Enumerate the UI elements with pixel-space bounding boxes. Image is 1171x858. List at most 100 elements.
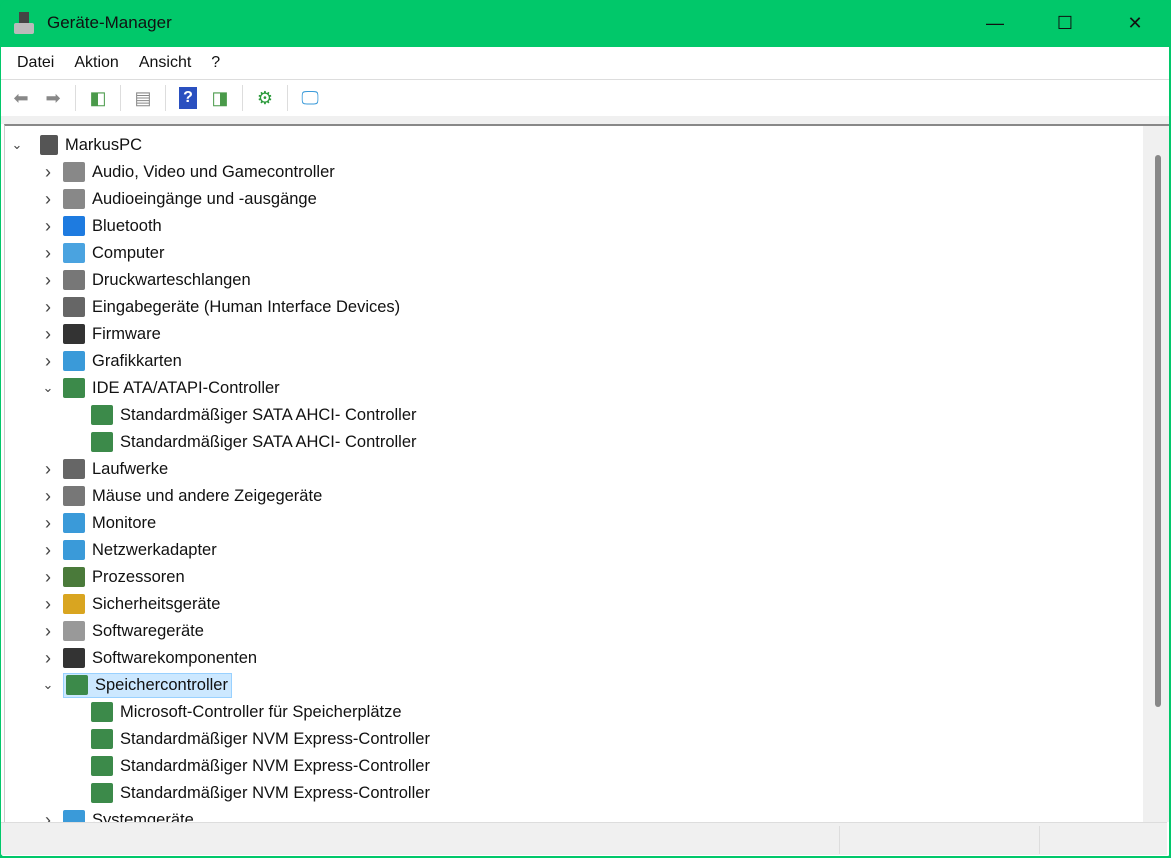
tree-item-label: IDE ATA/ATAPI-Controller — [92, 378, 280, 397]
device-category-icon — [66, 675, 88, 695]
device-category-icon — [63, 162, 85, 182]
tree-item-label: Systemgeräte — [92, 810, 194, 823]
device-category-icon — [63, 648, 85, 668]
forward-icon[interactable]: ➡ — [39, 85, 67, 111]
device-category-icon — [63, 297, 85, 317]
tree-item-label: Computer — [92, 243, 165, 262]
chevron-right-icon[interactable]: › — [41, 513, 55, 533]
device-category-icon — [63, 621, 85, 641]
tree-item[interactable]: › Firmware — [45, 321, 161, 347]
device-category-icon — [91, 432, 113, 452]
minimize-button[interactable]: — — [960, 0, 1030, 47]
chevron-right-icon[interactable]: › — [41, 594, 55, 614]
chevron-right-icon[interactable]: › — [41, 162, 55, 182]
tree-item[interactable]: Standardmäßiger NVM Express-Controller — [91, 726, 430, 752]
tree-item[interactable]: › Netzwerkadapter — [45, 537, 217, 563]
tree-item-label: Standardmäßiger NVM Express-Controller — [120, 756, 430, 775]
properties-icon[interactable]: ▤ — [129, 85, 157, 111]
tree-item[interactable]: › Systemgeräte — [45, 807, 194, 823]
show-hide-console-tree-icon[interactable]: ◧ — [84, 85, 112, 111]
tree-item[interactable]: Standardmäßiger SATA AHCI- Controller — [91, 429, 417, 455]
tree-item[interactable]: Standardmäßiger SATA AHCI- Controller — [91, 402, 417, 428]
device-category-icon — [63, 243, 85, 263]
device-category-icon — [63, 351, 85, 371]
chevron-right-icon[interactable]: › — [41, 324, 55, 344]
tree-item[interactable]: › Mäuse und andere Zeigegeräte — [45, 483, 323, 509]
chevron-right-icon[interactable]: › — [41, 540, 55, 560]
title-bar: Geräte-Manager — ☐ ✕ — [0, 0, 1171, 47]
tree-item-label: Eingabegeräte (Human Interface Devices) — [92, 297, 401, 316]
tree-item[interactable]: Microsoft-Controller für Speicherplätze — [91, 699, 402, 725]
device-category-icon — [63, 378, 85, 398]
tree-item[interactable]: › Bluetooth — [45, 213, 162, 239]
chevron-down-icon[interactable]: ⌄ — [41, 677, 55, 692]
chevron-down-icon[interactable]: ⌄ — [10, 137, 24, 152]
tree-item[interactable]: › Softwaregeräte — [45, 618, 204, 644]
chevron-right-icon[interactable]: › — [41, 810, 55, 823]
tree-item[interactable]: Standardmäßiger NVM Express-Controller — [91, 780, 430, 806]
chevron-right-icon[interactable]: › — [41, 270, 55, 290]
back-icon[interactable]: ⬅ — [7, 85, 35, 111]
window-title: Geräte-Manager — [47, 13, 172, 32]
chevron-right-icon[interactable]: › — [41, 189, 55, 209]
chevron-right-icon[interactable]: › — [41, 621, 55, 641]
menu-bar: Datei Aktion Ansicht ? — [1, 47, 1169, 80]
chevron-right-icon[interactable]: › — [41, 459, 55, 479]
chevron-right-icon[interactable]: › — [41, 351, 55, 371]
scan-hardware-icon[interactable]: 🖵 — [296, 85, 324, 111]
help-icon[interactable]: ? — [174, 85, 202, 111]
tree-item-label: Audioeingänge und -ausgänge — [92, 189, 317, 208]
tree-item-label: Audio, Video und Gamecontroller — [92, 162, 335, 181]
tree-item-label: Mäuse und andere Zeigegeräte — [92, 486, 323, 505]
chevron-down-icon[interactable]: ⌄ — [41, 380, 55, 395]
chevron-right-icon[interactable]: › — [41, 243, 55, 263]
tree-item-label: Softwarekomponenten — [92, 648, 258, 667]
tree-item[interactable]: › Eingabegeräte (Human Interface Devices) — [45, 294, 401, 320]
device-category-icon — [91, 729, 113, 749]
close-button[interactable]: ✕ — [1100, 0, 1170, 47]
device-category-icon — [91, 783, 113, 803]
tree-item[interactable]: › Audio, Video und Gamecontroller — [45, 159, 335, 185]
tree-item-label: Firmware — [92, 324, 161, 343]
tree-item[interactable]: › Laufwerke — [45, 456, 168, 482]
menu-ansicht[interactable]: Ansicht — [129, 54, 201, 72]
tree-item[interactable]: › Softwarekomponenten — [45, 645, 258, 671]
tree-item[interactable]: › Grafikkarten — [45, 348, 182, 374]
tree-item[interactable]: › Computer — [45, 240, 165, 266]
tree-item-label: Druckwarteschlangen — [92, 270, 251, 289]
device-category-icon — [63, 270, 85, 290]
tree-item-label: Grafikkarten — [92, 351, 182, 370]
tree-root[interactable]: ⌄ MarkusPC — [10, 132, 142, 158]
tree-item-label: Standardmäßiger SATA AHCI- Controller — [120, 405, 417, 424]
device-category-icon — [63, 513, 85, 533]
tree-item[interactable]: › Audioeingänge und -ausgänge — [45, 186, 317, 212]
vertical-scrollbar[interactable] — [1143, 126, 1169, 822]
tree-item[interactable]: › Monitore — [45, 510, 156, 536]
update-driver-icon[interactable]: ⚙ — [251, 85, 279, 111]
device-tree: ⌄ MarkusPC › Audio, Video und Gamecontrol… — [4, 124, 1169, 822]
tree-item[interactable]: › Sicherheitsgeräte — [45, 591, 220, 617]
tree-item[interactable]: ⌄ IDE ATA/ATAPI-Controller — [43, 375, 280, 401]
tree-item-label: Standardmäßiger NVM Express-Controller — [120, 729, 430, 748]
device-category-icon — [63, 189, 85, 209]
chevron-right-icon[interactable]: › — [41, 216, 55, 236]
chevron-right-icon[interactable]: › — [41, 648, 55, 668]
chevron-right-icon[interactable]: › — [41, 567, 55, 587]
scrollbar-thumb[interactable] — [1155, 155, 1161, 707]
maximize-button[interactable]: ☐ — [1030, 0, 1100, 47]
chevron-right-icon[interactable]: › — [41, 486, 55, 506]
tree-item[interactable]: Standardmäßiger NVM Express-Controller — [91, 753, 430, 779]
tree-item[interactable]: › Druckwarteschlangen — [45, 267, 251, 293]
toolbar: ⬅ ➡ ◧ ▤ ? ◨ ⚙ 🖵 — [1, 80, 1169, 116]
action-pane-icon[interactable]: ◨ — [206, 85, 234, 111]
tree-item[interactable]: ⌄ Speichercontroller — [43, 672, 232, 698]
menu-help[interactable]: ? — [201, 54, 230, 72]
chevron-right-icon[interactable]: › — [41, 297, 55, 317]
tree-item-label: Bluetooth — [92, 216, 162, 235]
menu-datei[interactable]: Datei — [7, 54, 64, 72]
tree-item[interactable]: › Prozessoren — [45, 564, 185, 590]
device-category-icon — [63, 594, 85, 614]
device-category-icon — [63, 567, 85, 587]
device-category-icon — [63, 486, 85, 506]
menu-aktion[interactable]: Aktion — [64, 54, 128, 72]
